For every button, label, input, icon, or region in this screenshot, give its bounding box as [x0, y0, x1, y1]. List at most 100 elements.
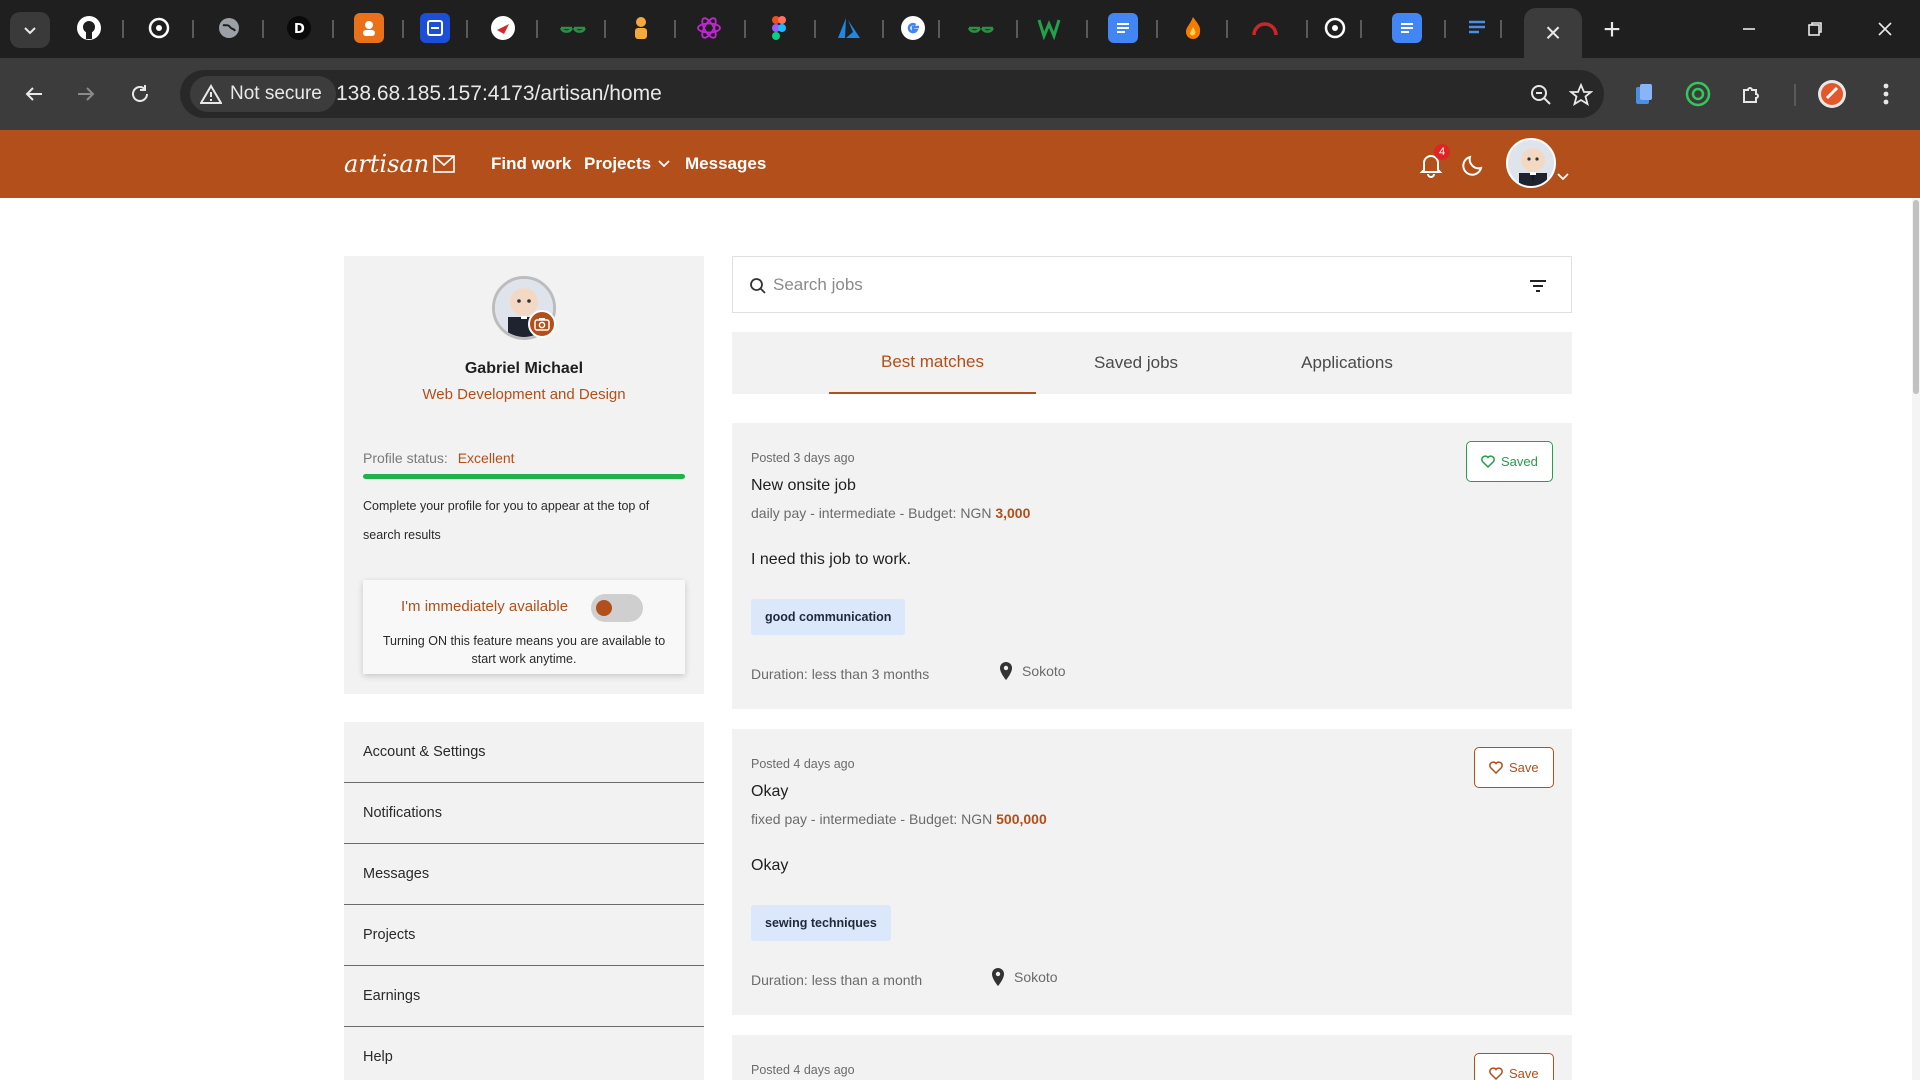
- site-info-chip[interactable]: Not secure: [190, 76, 336, 112]
- more-vertical-icon: [1883, 83, 1889, 105]
- menu-item-help[interactable]: Help: [344, 1027, 704, 1080]
- filter-icon[interactable]: [1527, 275, 1549, 297]
- tab-best-matches[interactable]: Best matches: [829, 332, 1036, 394]
- menu-item-projects[interactable]: Projects: [344, 905, 704, 966]
- pinned-tab-figure[interactable]: [626, 13, 656, 43]
- back-button[interactable]: [16, 76, 52, 112]
- pinned-tab-dev[interactable]: D: [284, 13, 314, 43]
- avatar-image: [1508, 140, 1554, 186]
- menu-item-messages[interactable]: Messages: [344, 844, 704, 905]
- save-job-button[interactable]: Save: [1474, 1053, 1554, 1080]
- job-location-label: Sokoto: [1014, 969, 1058, 985]
- menu-item-account-settings[interactable]: Account & Settings: [344, 722, 704, 783]
- not-secure-label: Not secure: [230, 83, 322, 104]
- profile-title: Web Development and Design: [422, 386, 626, 403]
- availability-note: Turning ON this feature means you are av…: [382, 634, 666, 666]
- change-photo-button[interactable]: [528, 310, 556, 338]
- tab-separator: [604, 20, 606, 38]
- forward-button[interactable]: [68, 76, 104, 112]
- new-tab-button[interactable]: +: [1596, 13, 1628, 46]
- job-budget-amount: 500,000: [996, 811, 1047, 827]
- job-description: I need this job to work.: [751, 551, 912, 568]
- moon-icon: [1462, 155, 1483, 176]
- address-bar[interactable]: Not secure 138.68.185.157:4173/artisan/h…: [180, 70, 1604, 118]
- warning-icon: [200, 84, 222, 104]
- star-icon: [1569, 83, 1593, 106]
- tab-search-button[interactable]: [10, 12, 50, 48]
- active-tab[interactable]: ×: [1524, 8, 1582, 58]
- job-card[interactable]: Posted 3 days ago New onsite job daily p…: [732, 423, 1572, 709]
- pinned-tab-globe[interactable]: [214, 13, 244, 43]
- pinned-tab-google[interactable]: [898, 13, 928, 43]
- artisan-logo[interactable]: artisan: [344, 150, 455, 178]
- pinned-tab-docs[interactable]: [1108, 13, 1138, 43]
- pinned-tab-fire[interactable]: [1178, 13, 1208, 43]
- scrollbar-thumb[interactable]: [1913, 200, 1919, 394]
- nav-projects[interactable]: Projects: [584, 154, 671, 174]
- pinned-tab-figma[interactable]: [764, 13, 794, 43]
- extension-grammarly-button[interactable]: [1680, 76, 1716, 112]
- pinned-tab-w[interactable]: [1036, 13, 1066, 43]
- job-budget-amount: 3,000: [995, 505, 1031, 521]
- pinned-tab-docs-3[interactable]: [1462, 13, 1492, 43]
- person-icon: [635, 17, 647, 39]
- notifications-button[interactable]: 4: [1414, 144, 1450, 182]
- pinned-tab-react[interactable]: [694, 13, 724, 43]
- close-tab-icon[interactable]: ×: [1545, 17, 1561, 49]
- reload-button[interactable]: [122, 76, 158, 112]
- minimize-button[interactable]: [1726, 10, 1772, 48]
- profile-progress-bar: [363, 474, 685, 479]
- job-title[interactable]: New onsite job: [751, 477, 856, 495]
- extension-copy-button[interactable]: [1626, 76, 1662, 112]
- browser-profile-button[interactable]: [1814, 76, 1850, 112]
- saved-job-button[interactable]: Saved: [1466, 441, 1553, 482]
- tab-applications[interactable]: Applications: [1262, 332, 1432, 394]
- close-window-button[interactable]: [1862, 10, 1908, 48]
- nav-find-work[interactable]: Find work: [491, 154, 571, 174]
- pinned-tab-geeks[interactable]: [558, 13, 588, 43]
- pinned-tab-geeks-2[interactable]: [966, 13, 996, 43]
- extensions-button[interactable]: [1734, 76, 1770, 112]
- tab-saved-jobs[interactable]: Saved jobs: [1052, 332, 1220, 394]
- plus-icon: +: [1603, 13, 1621, 46]
- availability-toggle[interactable]: [591, 594, 643, 622]
- chevron-down-icon[interactable]: [1556, 172, 1570, 182]
- search-jobs-input[interactable]: [773, 271, 1513, 299]
- browser-menu-button[interactable]: [1868, 76, 1904, 112]
- job-title[interactable]: Okay: [751, 783, 788, 801]
- job-card[interactable]: Posted 4 days ago Save: [732, 1035, 1572, 1080]
- tab-separator: [674, 20, 676, 38]
- menu-item-earnings[interactable]: Earnings: [344, 966, 704, 1027]
- skill-tag: sewing techniques: [751, 905, 891, 941]
- pinned-tab-github[interactable]: [74, 13, 104, 43]
- user-avatar-button[interactable]: [1506, 138, 1556, 188]
- pinned-tab-orange[interactable]: [354, 13, 384, 43]
- docs-icon: [1117, 23, 1129, 33]
- pinned-tab-speed[interactable]: [1250, 13, 1280, 43]
- pinned-tab-azure[interactable]: [834, 13, 864, 43]
- chatgpt-icon: [148, 17, 170, 39]
- url-text[interactable]: 138.68.185.157:4173/artisan/home: [336, 82, 662, 106]
- tab-separator: [262, 20, 264, 38]
- job-card[interactable]: Posted 4 days ago Okay fixed pay - inter…: [732, 729, 1572, 1015]
- dev-icon: D: [287, 16, 311, 40]
- bookmark-button[interactable]: [1566, 80, 1596, 110]
- job-meta: fixed pay - intermediate - Budget: NGN 5…: [751, 811, 1047, 827]
- dark-mode-toggle[interactable]: [1456, 148, 1490, 182]
- pinned-tab-chatgpt-2[interactable]: [1320, 13, 1350, 43]
- pinned-tab-docs-2[interactable]: [1392, 13, 1422, 43]
- save-job-button[interactable]: Save: [1474, 747, 1554, 788]
- pinned-tab-red[interactable]: [488, 13, 518, 43]
- restore-button[interactable]: [1792, 10, 1838, 48]
- page-scrollbar[interactable]: [1912, 198, 1920, 1080]
- job-posted-date: Posted 4 days ago: [751, 757, 855, 771]
- nav-messages[interactable]: Messages: [685, 154, 766, 174]
- menu-item-notifications[interactable]: Notifications: [344, 783, 704, 844]
- google-icon: [901, 16, 925, 40]
- copy-icon: [1636, 84, 1652, 104]
- w-icon: [1037, 19, 1061, 40]
- pinned-tab-chatgpt[interactable]: [144, 13, 174, 43]
- search-icon: [750, 278, 766, 294]
- zoom-button[interactable]: [1526, 80, 1556, 110]
- pinned-tab-blue[interactable]: [420, 13, 450, 43]
